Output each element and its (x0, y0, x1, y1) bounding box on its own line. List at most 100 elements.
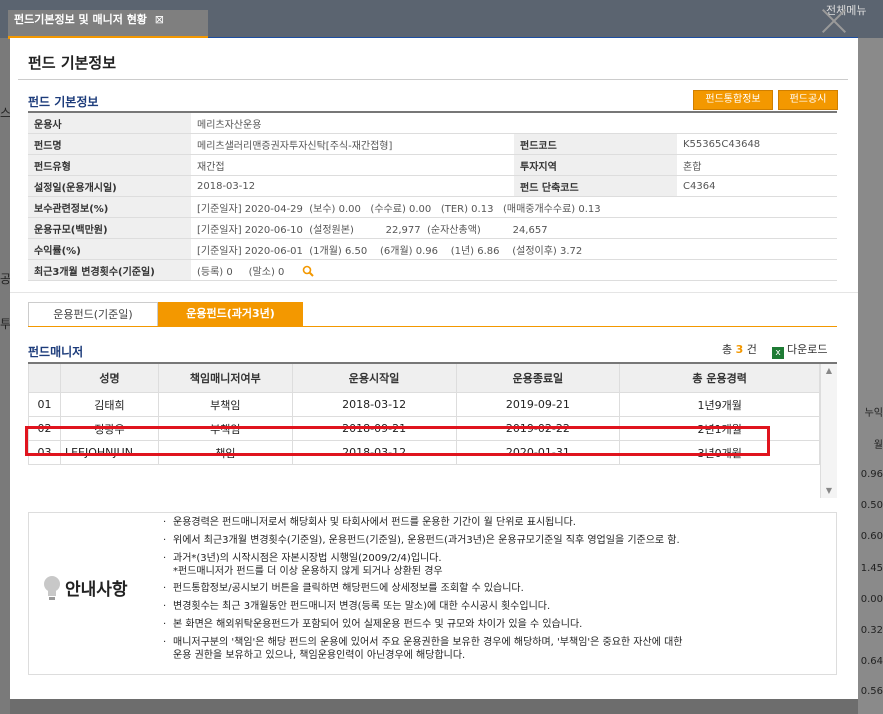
info-value: 2018-03-12 (191, 175, 514, 197)
info-value: [기준일자] 2020-04-29 (보수) 0.00 (수수료) 0.00 (… (191, 196, 837, 218)
info-label: 보수관련정보(%) (28, 196, 191, 218)
notice-list: 운용경력은 펀드매니저로서 해당회사 및 타회사에서 펀드를 운용한 기간이 월… (163, 516, 828, 667)
notice-line: *펀드매니저가 펀드를 더 이상 운용하지 않게 되거나 상환된 경우 (173, 566, 443, 577)
notice-item: 위에서 최근3개월 변경횟수(기준일), 운용펀드(기준일), 운용펀드(과거3… (163, 534, 828, 547)
notice-item: 과거*(3년)의 시작시점은 자본시장법 시행일(2009/2/4)입니다. *… (163, 552, 828, 578)
excel-icon: x (772, 347, 784, 359)
manager-count: 총 3 건 (722, 341, 757, 357)
info-value: 혼합 (677, 154, 837, 176)
cell-career: 1년9개월 (619, 392, 820, 417)
count-prefix: 총 (722, 343, 733, 356)
title-divider (18, 79, 848, 80)
notice-line: 과거*(3년)의 시작시점은 자본시장법 시행일(2009/2/4)입니다. (173, 553, 442, 564)
col-header: 총 운용경력 (619, 364, 820, 393)
integrated-info-button[interactable]: 펀드통합정보 (693, 90, 773, 110)
download-label: 다운로드 (787, 343, 828, 356)
info-row: 수익률(%) [기준일자] 2020-06-01 (1개월) 6.50 (6개월… (28, 238, 837, 260)
scroll-up-icon[interactable]: ▲ (821, 364, 837, 378)
info-label: 투자지역 (514, 154, 677, 176)
info-label: 펀드명 (28, 133, 191, 155)
background-number: 0.96 (860, 469, 883, 480)
count-value: 3 (735, 343, 744, 356)
background-number: 0.32 (860, 625, 883, 636)
info-label: 운용규모(백만원) (28, 217, 191, 239)
cell-role: 부책임 (157, 392, 293, 417)
col-header: 성명 (59, 364, 159, 393)
background-right (858, 38, 883, 714)
info-label: 설정일(운용개시일) (28, 175, 191, 197)
info-label: 펀드유형 (28, 154, 191, 176)
cell-start: 2018-03-12 (291, 392, 457, 417)
info-value: 메리츠샐러리맨증권자투자신탁[주식-재간접형] (191, 133, 514, 155)
notice-item: 운용경력은 펀드매니저로서 해당회사 및 타회사에서 펀드를 운용한 기간이 월… (163, 516, 828, 529)
col-header: 운용종료일 (455, 364, 621, 393)
info-row: 보수관련정보(%) [기준일자] 2020-04-29 (보수) 0.00 (수… (28, 196, 837, 218)
info-value: (등록) 0 (말소) 0 (197, 266, 285, 278)
info-label: 펀드코드 (514, 133, 677, 155)
tab-current-funds[interactable]: 운용펀드(기준일) (28, 302, 158, 326)
background-number: 0.00 (860, 594, 883, 605)
highlight-box (25, 426, 770, 456)
notice-title: 안내사항 (65, 580, 128, 600)
lightbulb-icon (44, 576, 60, 600)
notice-heading: 안내사항 (43, 575, 128, 601)
notice-item: 변경횟수는 최근 3개월동안 펀드매니저 변경(등록 또는 말소)에 대한 수시… (163, 600, 828, 613)
background-number: 0.50 (860, 500, 883, 511)
table-row[interactable]: 01 김태희 부책임 2018-03-12 2019-09-21 1년9개월 (28, 392, 820, 417)
info-row: 운용규모(백만원) [기준일자] 2020-06-10 (설정원본) 22,97… (28, 217, 837, 239)
background-text: 누익 (864, 408, 883, 419)
notice-line: 매니저구분의 '책임'은 해당 펀드의 운용에 있어서 주요 운용권한을 보유한… (173, 637, 683, 648)
info-value: C4364 (677, 175, 837, 197)
cell-name: 김태희 (59, 392, 159, 417)
close-icon[interactable] (818, 6, 850, 36)
col-header (28, 364, 61, 393)
info-value: [기준일자] 2020-06-10 (설정원본) 22,977 (순자산총액) … (191, 217, 837, 239)
notice-line: 운용 권한을 보유하고 있으나, 책임운용인력이 아닌경우에 해당합니다. (173, 650, 466, 661)
cell-end: 2019-09-21 (455, 392, 621, 417)
scroll-down-icon[interactable]: ▼ (821, 484, 837, 498)
cell-no: 01 (28, 392, 61, 417)
fund-tabs: 운용펀드(기준일) 운용펀드(과거3년) (28, 302, 837, 327)
info-value: 재간접 (191, 154, 514, 176)
modal-title: 펀드기본정보 및 매니저 현황 (14, 13, 147, 26)
background-text: 월 (873, 440, 883, 451)
info-label: 수익률(%) (28, 238, 191, 260)
count-suffix: 건 (746, 343, 757, 356)
notice-item: 본 화면은 해외위탁운용펀드가 포함되어 있어 실제운용 펀드수 및 규모와 차… (163, 618, 828, 631)
info-label: 펀드 단축코드 (514, 175, 677, 197)
download-button[interactable]: x 다운로드 (772, 341, 827, 359)
manager-section-title: 펀드매니저 (28, 345, 84, 359)
col-header: 운용시작일 (291, 364, 457, 393)
info-value: K55365C43648 (677, 133, 837, 155)
info-value-cell: (등록) 0 (말소) 0 (191, 259, 837, 281)
info-row: 펀드유형 재간접 투자지역 혼합 (28, 154, 837, 176)
notice-item: 매니저구분의 '책임'은 해당 펀드의 운용에 있어서 주요 운용권한을 보유한… (163, 636, 828, 662)
basic-info-table: 운용사 메리츠자산운용 펀드명 메리츠샐러리맨증권자투자신탁[주식-재간접형] … (28, 111, 837, 281)
table-header-row: 성명 책임매니저여부 운용시작일 운용종료일 총 운용경력 (28, 364, 820, 393)
notice-box: 안내사항 운용경력은 펀드매니저로서 해당회사 및 타회사에서 펀드를 운용한 … (28, 512, 837, 675)
background-left (0, 38, 10, 714)
info-value: 메리츠자산운용 (191, 112, 837, 134)
search-icon[interactable] (302, 265, 314, 277)
background-number: 0.56 (860, 686, 883, 697)
info-row: 설정일(운용개시일) 2018-03-12 펀드 단축코드 C4364 (28, 175, 837, 197)
section-divider (10, 292, 858, 293)
col-header: 책임매니저여부 (157, 364, 293, 393)
basic-info-title: 펀드 기본정보 (28, 95, 99, 109)
background-number: 0.64 (860, 656, 883, 667)
info-row: 펀드명 메리츠샐러리맨증권자투자신탁[주식-재간접형] 펀드코드 K55365C… (28, 133, 837, 155)
modal-title-tab[interactable]: 펀드기본정보 및 매니저 현황 ⊠ (8, 10, 208, 38)
info-label: 최근3개월 변경횟수(기준일) (28, 259, 191, 281)
tab-close-icon[interactable]: ⊠ (155, 13, 164, 26)
info-value: [기준일자] 2020-06-01 (1개월) 6.50 (6개월) 0.96 … (191, 238, 837, 260)
background-number: 1.45 (860, 563, 883, 574)
info-row: 운용사 메리츠자산운용 (28, 112, 837, 134)
notice-item: 펀드통합정보/공시보기 버튼을 클릭하면 해당펀드에 상세정보를 조회할 수 있… (163, 582, 828, 595)
background-number: 0.60 (860, 531, 883, 542)
grid-scrollbar[interactable]: ▲ ▼ (820, 364, 837, 498)
info-label: 운용사 (28, 112, 191, 134)
info-row: 최근3개월 변경횟수(기준일) (등록) 0 (말소) 0 (28, 259, 837, 281)
page-title: 펀드 기본정보 (28, 54, 117, 72)
disclosure-button[interactable]: 펀드공시 (778, 90, 838, 110)
tab-past-3yr-funds[interactable]: 운용펀드(과거3년) (158, 302, 303, 326)
